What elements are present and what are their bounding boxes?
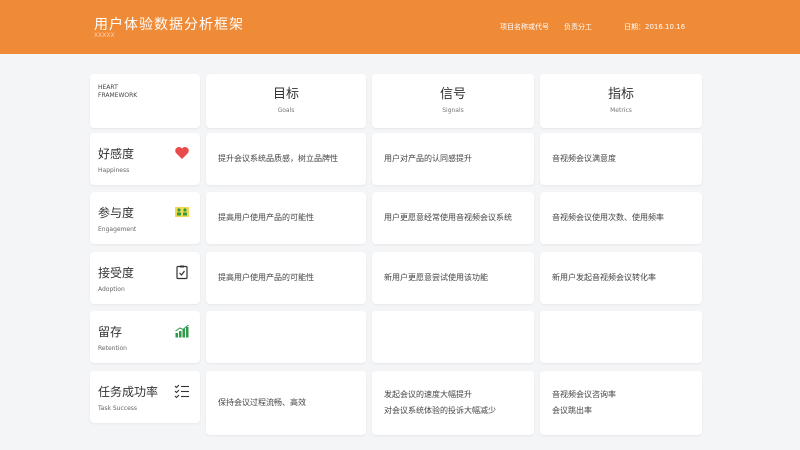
project-name: 项目名称或代号: [500, 23, 549, 31]
row-label-zh: 参与度: [98, 206, 135, 220]
cell-metric: 音视频会议使用次数、使用频率: [540, 192, 702, 244]
cell-text: 发起会议的速度大幅提升 对会议系统体验的投诉大幅减少: [384, 390, 496, 415]
row-label-en: Happiness: [98, 167, 130, 174]
row-label-zh: 留存: [98, 325, 123, 339]
column-header-zh: 信号: [439, 87, 466, 102]
column-header-zh: 目标: [272, 87, 299, 102]
row-label-retention: 留存 Retention: [90, 311, 200, 363]
cell-goal: 提升会议系统品质感，树立品牌性: [206, 133, 366, 185]
row-label-zh: 好感度: [98, 147, 135, 161]
clipboard-check-icon: [176, 265, 188, 280]
cell-signal: 用户对产品的认同感提升: [372, 133, 534, 185]
column-header-zh: 指标: [607, 87, 634, 102]
page-subtitle: XXXXX: [94, 32, 115, 39]
row-label-en: Retention: [98, 345, 127, 352]
row-label-adoption: 接受度 Adoption: [90, 252, 200, 304]
row-label-zh: 任务成功率: [98, 385, 159, 399]
row-label-zh: 接受度: [98, 266, 135, 280]
column-header-goals: 目标 Goals: [206, 74, 366, 128]
cell-metric: 新用户发起音视频会议转化率: [540, 252, 702, 304]
cell-text: 新用户更愿意尝试使用该功能: [384, 273, 488, 282]
people-icon: [175, 207, 189, 217]
cell-metric: 音视频会议满意度: [540, 133, 702, 185]
cell-text: 音视频会议使用次数、使用频率: [552, 213, 664, 222]
row-label-en: Engagement: [98, 226, 137, 233]
cell-text: 用户更愿意经常使用音视频会议系统: [384, 213, 512, 222]
heart-icon: [175, 147, 189, 159]
cell-text: 提升会议系统品质感，树立品牌性: [218, 154, 338, 163]
row-label-engagement: 参与度 Engagement: [90, 192, 200, 244]
cell-signal: 用户更愿意经常使用音视频会议系统: [372, 192, 534, 244]
column-header-en: Signals: [442, 107, 464, 114]
cell-signal: 新用户更愿意尝试使用该功能: [372, 252, 534, 304]
date-label: 日期：2016.10.16: [624, 23, 686, 31]
cell-goal: 提高用户使用产品的可能性: [206, 252, 366, 304]
column-header-metrics: 指标 Metrics: [540, 74, 702, 128]
corner-cell: HEART FRAMEWORK: [90, 74, 200, 128]
row-label-task-success: 任务成功率 Task Success: [90, 371, 200, 423]
corner-line-1: HEART: [98, 84, 118, 91]
cell-goal: [206, 311, 366, 363]
cell-text: 新用户发起音视频会议转化率: [552, 273, 656, 282]
page-title: 用户体验数据分析框架: [94, 17, 244, 33]
checklist-icon: [174, 384, 189, 399]
cell-text: 提高用户使用产品的可能性: [218, 213, 314, 222]
cell-metric: 音视频会议咨询率 会议跳出率: [540, 371, 702, 435]
owner-label: 负责分工: [564, 23, 592, 31]
cell-goal: 保持会议过程流畅、高效: [206, 371, 366, 435]
cell-metric: [540, 311, 702, 363]
cell-signal: [372, 311, 534, 363]
bar-chart-icon: [175, 324, 189, 338]
cell-text: 保持会议过程流畅、高效: [218, 398, 306, 407]
row-label-happiness: 好感度 Happiness: [90, 133, 200, 185]
cell-signal: 发起会议的速度大幅提升 对会议系统体验的投诉大幅减少: [372, 371, 534, 435]
header-bar: 用户体验数据分析框架 XXXXX 项目名称或代号 负责分工 日期：2016.10…: [0, 0, 800, 54]
row-label-en: Adoption: [98, 286, 125, 293]
cell-text: 提高用户使用产品的可能性: [218, 273, 314, 282]
column-header-signals: 信号 Signals: [372, 74, 534, 128]
cell-text: 音视频会议咨询率 会议跳出率: [552, 390, 616, 415]
column-header-en: Goals: [277, 107, 295, 114]
corner-line-2: FRAMEWORK: [98, 92, 138, 99]
cell-goal: 提高用户使用产品的可能性: [206, 192, 366, 244]
cell-text: 音视频会议满意度: [552, 154, 616, 163]
column-header-en: Metrics: [610, 107, 632, 114]
row-label-en: Task Success: [98, 405, 138, 412]
cell-text: 用户对产品的认同感提升: [384, 154, 472, 163]
